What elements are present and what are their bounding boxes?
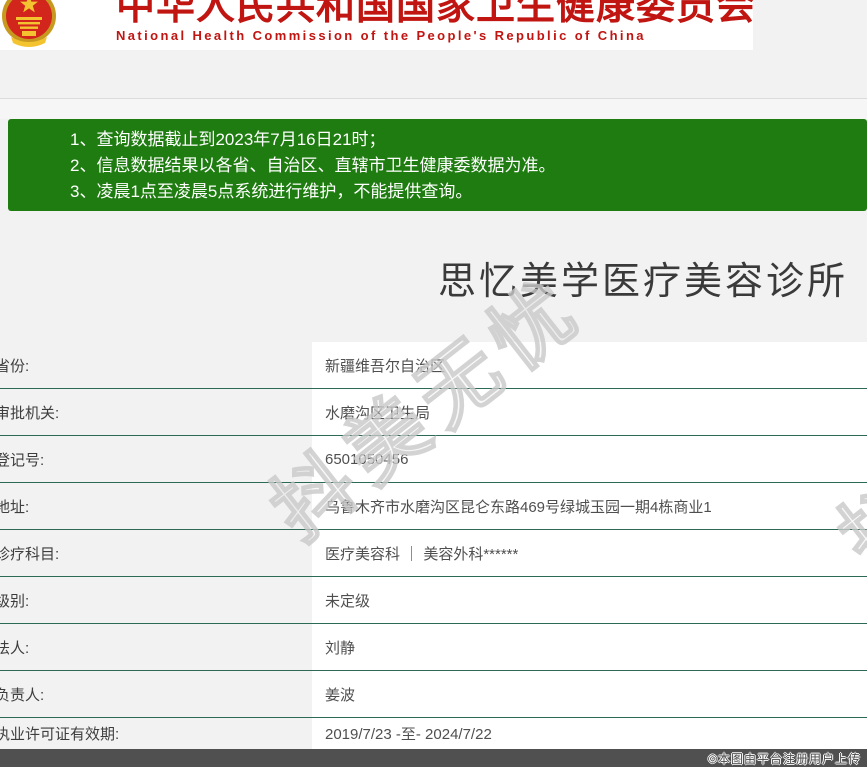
- row-value: 未定级: [312, 577, 867, 623]
- row-label: 级别:: [0, 577, 312, 623]
- row-value: 医疗美容科 ｜ 美容外科******: [312, 530, 867, 576]
- notice-line-2: 2、信息数据结果以各省、自治区、直辖市卫生健康委数据为准。: [70, 153, 867, 179]
- row-value: 新疆维吾尔自治区: [312, 342, 867, 388]
- row-value: 2019/7/23 -至- 2024/7/22: [312, 718, 867, 749]
- row-label: 诊疗科目:: [0, 530, 312, 576]
- row-label: 登记号:: [0, 436, 312, 482]
- table-row: 法人: 刘静: [0, 624, 867, 671]
- table-row: 负责人: 姜波: [0, 671, 867, 718]
- row-value: 水磨沟区卫生局: [312, 389, 867, 435]
- table-row: 执业许可证有效期: 2019/7/23 -至- 2024/7/22: [0, 718, 867, 750]
- footer-credit-bar: ©本图由平台注册用户上传: [0, 749, 867, 767]
- header-title-en: National Health Commission of the People…: [116, 28, 753, 43]
- table-row: 省份: 新疆维吾尔自治区: [0, 342, 867, 389]
- page-title: 思忆美学医疗美容诊所: [438, 250, 848, 305]
- site-header: 中华人民共和国国家卫生健康委员会 National Health Commiss…: [0, 0, 753, 50]
- header-title-cn: 中华人民共和国国家卫生健康委员会: [116, 0, 753, 27]
- row-label: 法人:: [0, 624, 312, 670]
- notice-box: 1、查询数据截止到2023年7月16日21时； 2、信息数据结果以各省、自治区、…: [8, 119, 867, 211]
- table-row: 级别: 未定级: [0, 577, 867, 624]
- table-row: 地址: 乌鲁木齐市水磨沟区昆仑东路469号绿城玉园一期4栋商业1: [0, 483, 867, 530]
- footer-credit-text: ©本图由平台注册用户上传: [708, 750, 861, 767]
- row-label: 审批机关:: [0, 389, 312, 435]
- row-value: 乌鲁木齐市水磨沟区昆仑东路469号绿城玉园一期4栋商业1: [312, 483, 867, 529]
- table-row: 登记号: 6501050456: [0, 436, 867, 483]
- info-table: 省份: 新疆维吾尔自治区 审批机关: 水磨沟区卫生局 登记号: 65010504…: [0, 342, 867, 750]
- notice-line-3: 3、凌晨1点至凌晨5点系统进行维护，不能提供查询。: [70, 179, 867, 205]
- table-row: 审批机关: 水磨沟区卫生局: [0, 389, 867, 436]
- notice-line-1: 1、查询数据截止到2023年7月16日21时；: [70, 127, 867, 153]
- row-label: 地址:: [0, 483, 312, 529]
- row-label: 执业许可证有效期:: [0, 718, 312, 749]
- national-emblem-icon: [1, 0, 57, 50]
- table-row: 诊疗科目: 医疗美容科 ｜ 美容外科******: [0, 530, 867, 577]
- row-value: 刘静: [312, 624, 867, 670]
- row-label: 负责人:: [0, 671, 312, 717]
- row-label: 省份:: [0, 342, 312, 388]
- row-value: 6501050456: [312, 436, 867, 482]
- substrip: [0, 99, 867, 119]
- row-value: 姜波: [312, 671, 867, 717]
